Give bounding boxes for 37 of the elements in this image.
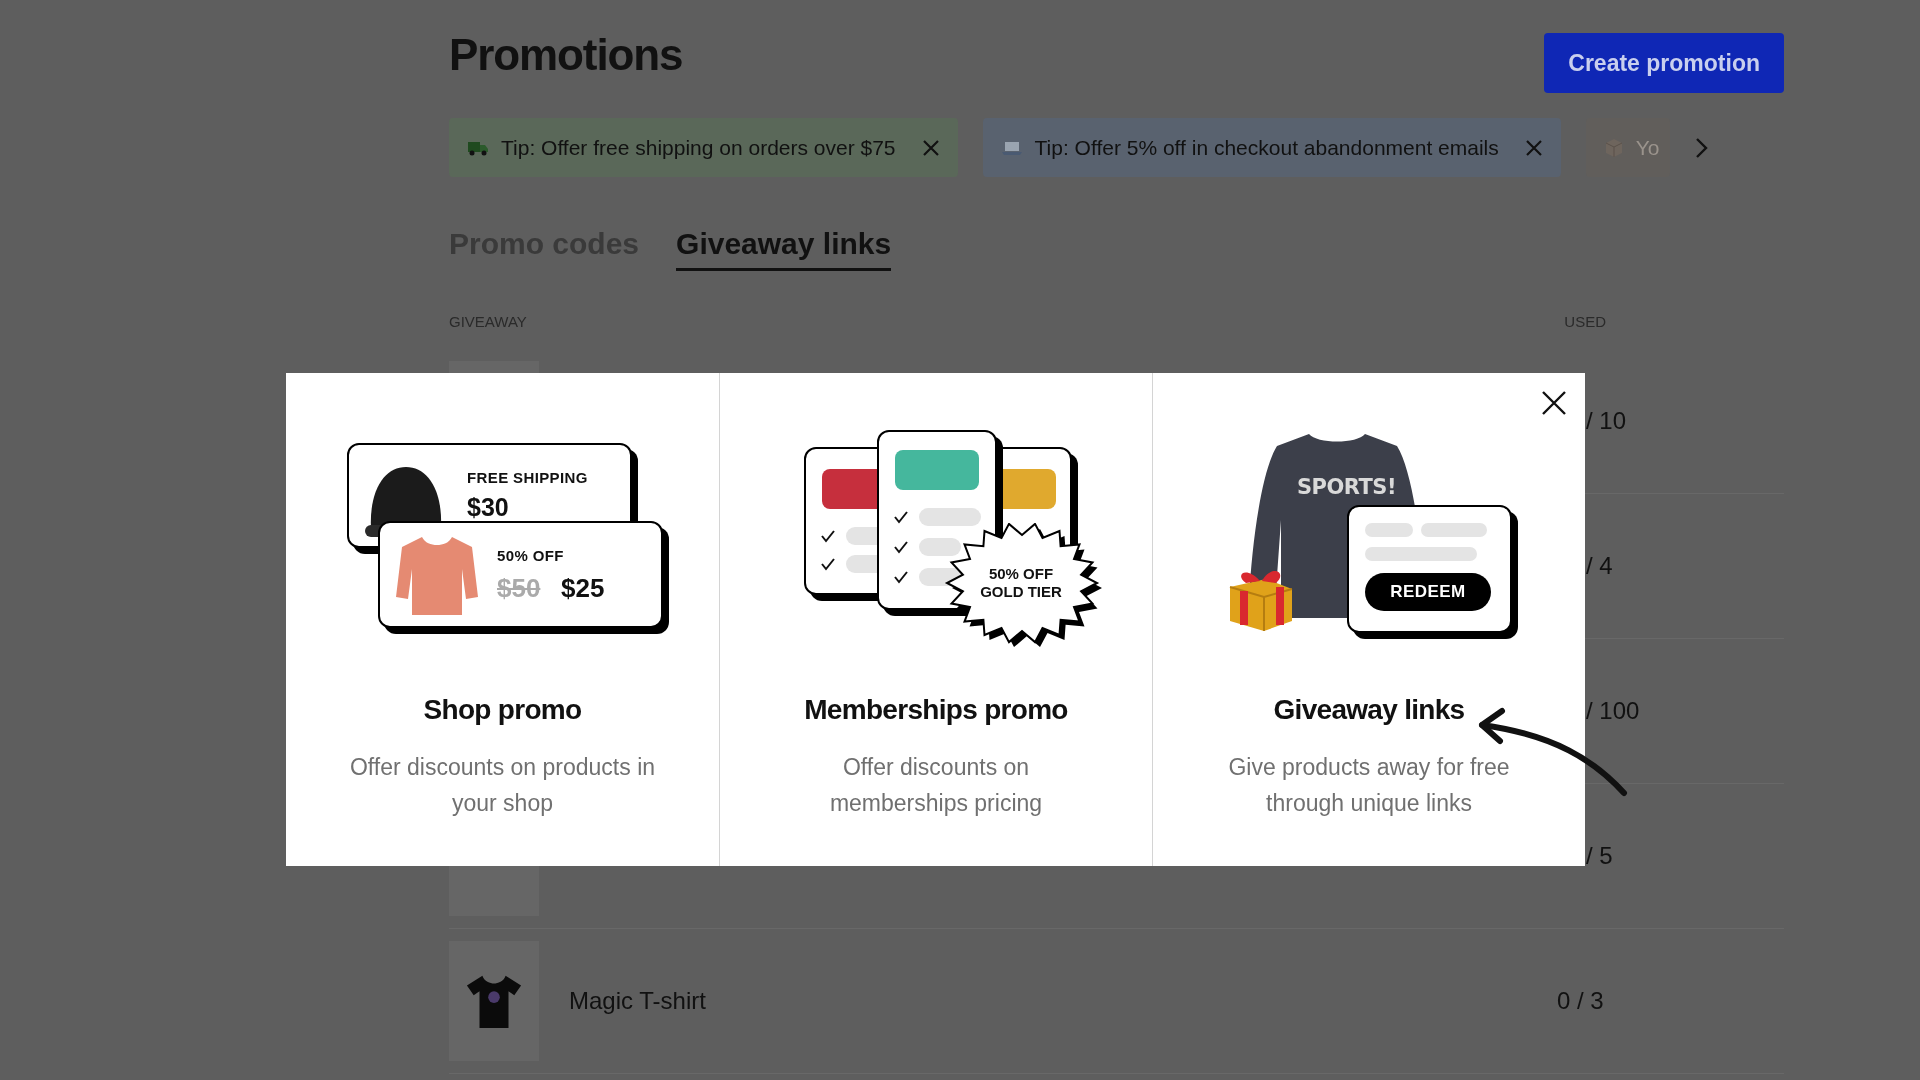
placeholder-bar	[1421, 523, 1487, 537]
card-label: 50% OFF	[497, 546, 564, 566]
close-icon[interactable]	[1540, 389, 1568, 417]
option-description: Offer discounts on products in your shop	[348, 753, 657, 818]
check-icon	[820, 529, 836, 543]
tip-text: Yo	[1635, 134, 1660, 161]
option-title: Memberships promo	[804, 693, 1068, 727]
placeholder-bar	[919, 508, 981, 526]
check-icon	[893, 570, 909, 584]
tip-text: Tip: Offer free shipping on orders over $75	[501, 134, 896, 161]
option-description: Give products away for free through unique links	[1227, 753, 1511, 818]
product-name: Magic T-shirt	[569, 985, 706, 1016]
option-title: Giveaway links	[1273, 693, 1465, 727]
redeem-button[interactable]: REDEEM	[1365, 573, 1491, 611]
used-count: / 10	[1586, 405, 1628, 436]
badge-text: GOLD TIER	[980, 582, 1062, 601]
card-price: $25	[561, 572, 605, 605]
used-count: / 5	[1586, 840, 1614, 871]
create-promotion-button[interactable]: Create promotion	[1544, 33, 1784, 93]
check-icon	[893, 510, 909, 524]
page-title: Promotions	[449, 29, 683, 81]
placeholder-bar	[919, 538, 961, 556]
option-description: Offer discounts on memberships pricing	[828, 753, 1044, 818]
check-icon	[820, 557, 836, 571]
shirt-print-text: SPORTS!	[1297, 474, 1396, 501]
used-count: 0 / 3	[1557, 985, 1605, 1016]
badge-text: 50% OFF	[988, 564, 1054, 583]
placeholder-bar	[1365, 523, 1413, 537]
option-title: Shop promo	[423, 693, 582, 727]
used-count: / 4	[1586, 550, 1614, 581]
card-label: FREE SHIPPING	[467, 468, 588, 488]
check-icon	[893, 540, 909, 554]
used-count: / 100	[1586, 695, 1641, 726]
old-price: $50	[497, 572, 541, 605]
tip-text: Tip: Offer 5% off in checkout abandonment emails	[1034, 134, 1499, 161]
laptop-icon	[1000, 139, 1023, 156]
card-price: $30	[467, 492, 509, 523]
